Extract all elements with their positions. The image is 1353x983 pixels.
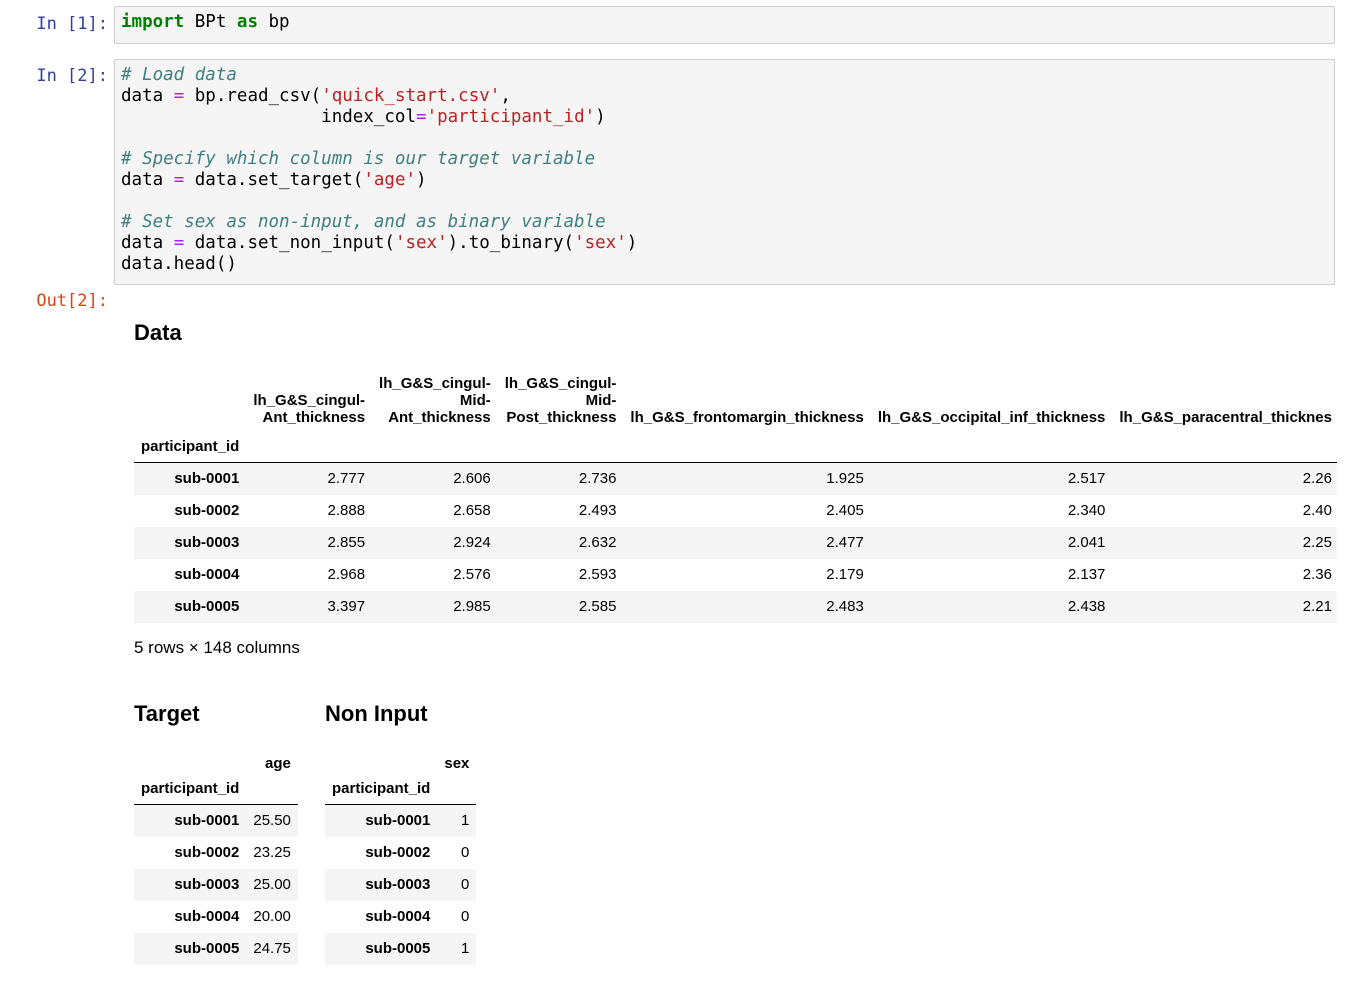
noninput-table: sex participant_id sub-0001 1 sub-0002 0 s…: [325, 740, 477, 965]
code-editor-2[interactable]: # Load data data = bp.read_csv('quick_st…: [115, 60, 1334, 280]
index-name-header: participant_id: [141, 779, 240, 797]
table-cell: 25.50: [253, 812, 291, 830]
corner-cell: [134, 360, 246, 430]
table-cell: 2.405: [826, 502, 864, 519]
table-cell: 2.576: [453, 566, 491, 583]
table-row: sub-0001 2.777 2.606 2.736 1.925 2.517 2…: [134, 462, 1337, 495]
table-row: sub-0001 25.50: [134, 804, 298, 837]
table-cell: 2.968: [327, 566, 366, 583]
column-header: lh_G&S_cingul-Mid-Post_thickness: [504, 375, 617, 426]
table-cell: 0: [461, 876, 470, 893]
noninput-section-title: Non Input: [325, 701, 428, 726]
row-index: sub-0005: [174, 940, 240, 957]
data-table-container[interactable]: lh_G&S_cingul-Ant_thickness lh_G&S_cingu…: [134, 360, 1337, 623]
table-cell: 1: [461, 812, 470, 830]
table-cell: 2.179: [826, 566, 864, 583]
table-cell: 2.40: [1302, 502, 1332, 519]
row-index: sub-0003: [174, 534, 240, 551]
table-row: sub-0004 2.968 2.576 2.593 2.179 2.137 2…: [134, 559, 1337, 591]
row-index: sub-0001: [174, 470, 240, 488]
index-name-header: participant_id: [141, 437, 240, 455]
table-cell: 2.438: [1067, 598, 1106, 615]
table-row: sub-0002 2.888 2.658 2.493 2.405 2.340 2…: [134, 495, 1337, 527]
index-name-header: participant_id: [332, 779, 431, 797]
row-index: sub-0001: [174, 812, 240, 830]
data-table: lh_G&S_cingul-Ant_thickness lh_G&S_cingu…: [134, 360, 1337, 623]
row-index: sub-0001: [365, 812, 431, 830]
table-cell: 2.483: [826, 598, 864, 615]
table-cell: 0: [461, 844, 470, 861]
table-cell: 2.25: [1302, 534, 1332, 551]
table-cell: 2.606: [453, 470, 491, 488]
table-row: sub-0005 24.75: [134, 932, 298, 965]
input-prompt-2: In [2]:: [36, 66, 108, 86]
row-index: sub-0005: [365, 940, 431, 957]
table-row: sub-0004 20.00: [134, 901, 298, 933]
table-cell: 2.985: [453, 598, 491, 615]
table-cell: 2.777: [327, 470, 366, 488]
table-cell: 2.658: [453, 502, 491, 519]
table-row: sub-0004 0: [325, 901, 476, 933]
row-index: sub-0004: [365, 908, 431, 925]
table-cell: 2.736: [578, 470, 617, 488]
table-cell: 25.00: [253, 876, 291, 893]
dataframe-shape-text: 5 rows × 148 columns: [134, 638, 300, 657]
table-row: sub-0001 1: [325, 804, 477, 837]
table-cell: 2.593: [578, 566, 617, 583]
table-cell: 2.041: [1067, 534, 1106, 551]
row-index: sub-0004: [174, 908, 240, 925]
row-index: sub-0002: [365, 844, 431, 861]
table-cell: 2.26: [1302, 470, 1332, 488]
input-prompt-1: In [1]:: [36, 14, 108, 34]
table-cell: 0: [461, 908, 470, 925]
table-cell: 24.75: [253, 940, 291, 957]
table-cell: 2.477: [826, 534, 864, 551]
table-row: sub-0003 25.00: [134, 868, 298, 901]
column-header: lh_G&S_frontomargin_thickness: [630, 409, 864, 426]
target-table-container: age participant_id sub-0001 25.50 sub-000…: [134, 740, 298, 965]
row-index: sub-0002: [174, 844, 240, 861]
table-row: sub-0003 2.855 2.924 2.632 2.477 2.041 2…: [134, 526, 1337, 559]
table-cell: 20.00: [253, 908, 291, 925]
column-header: lh_G&S_occipital_inf_thickness: [877, 409, 1106, 426]
table-cell: 2.855: [327, 534, 366, 551]
table-cell: 2.517: [1067, 470, 1106, 488]
output-prompt-2: Out[2]:: [36, 291, 108, 311]
row-index: sub-0002: [174, 502, 240, 519]
row-index: sub-0005: [174, 598, 240, 615]
table-cell: 2.340: [1067, 502, 1106, 519]
table-cell: 2.493: [578, 502, 617, 519]
table-row: sub-0003 0: [325, 868, 477, 901]
table-row: sub-0005 3.397 2.985 2.585 2.483 2.438 2…: [134, 590, 1337, 623]
noninput-table-container: sex participant_id sub-0001 1 sub-0002 0 s…: [325, 740, 477, 965]
table-row: sub-0002 0: [325, 837, 476, 869]
table-cell: 2.632: [578, 534, 617, 551]
table-cell: 2.21: [1302, 598, 1332, 615]
column-header: lh_G&S_paracentral_thicknes: [1119, 409, 1332, 426]
code-editor-1[interactable]: import BPt as bp: [115, 7, 1334, 38]
table-cell: 2.137: [1067, 566, 1106, 583]
code-cell-1[interactable]: import BPt as bp: [114, 6, 1335, 44]
column-header: age: [265, 755, 291, 772]
data-section-title: Data: [134, 320, 182, 345]
code-cell-2[interactable]: # Load data data = bp.read_csv('quick_st…: [114, 59, 1335, 285]
table-cell: 3.397: [327, 598, 366, 615]
table-row: sub-0005 1: [325, 932, 477, 965]
table-cell: 2.36: [1302, 566, 1332, 583]
row-index: sub-0003: [365, 876, 431, 893]
table-row: sub-0002 23.25: [134, 837, 298, 869]
column-header: lh_G&S_cingul-Mid-Ant_thickness: [379, 375, 491, 426]
row-index: sub-0004: [174, 566, 240, 583]
table-cell: 23.25: [253, 844, 291, 861]
target-table: age participant_id sub-0001 25.50 sub-000…: [134, 740, 298, 965]
table-cell: 2.888: [327, 502, 366, 519]
table-cell: 2.585: [578, 598, 617, 615]
column-header: lh_G&S_cingul-Ant_thickness: [253, 392, 366, 426]
column-header: sex: [444, 755, 470, 772]
table-cell: 2.924: [453, 534, 491, 551]
table-cell: 1.925: [826, 470, 864, 488]
table-cell: 1: [461, 940, 470, 957]
target-section-title: Target: [134, 701, 200, 726]
row-index: sub-0003: [174, 876, 240, 893]
